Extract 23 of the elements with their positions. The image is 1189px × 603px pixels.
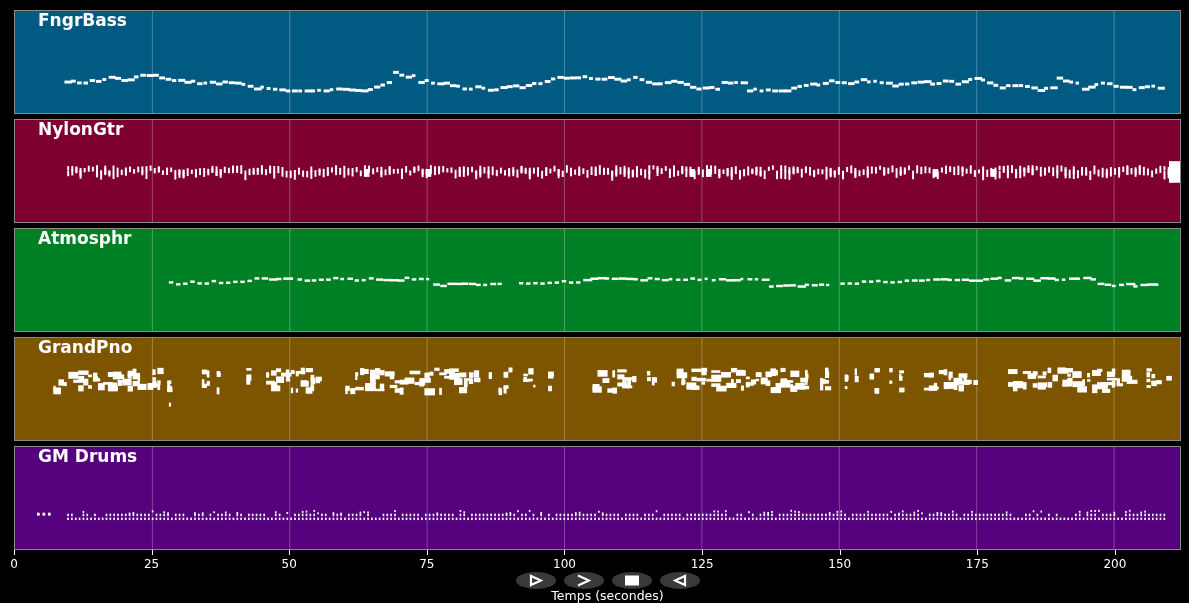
track-name: GM Drums xyxy=(38,445,138,467)
stop-button[interactable] xyxy=(611,572,652,589)
tick-label: 200 xyxy=(1103,557,1127,571)
play-button[interactable] xyxy=(515,572,556,589)
tick-label: 150 xyxy=(828,557,852,571)
tick-label: 0 xyxy=(10,557,18,571)
axis-label: Temps (secondes) xyxy=(551,588,664,603)
rewind-button[interactable] xyxy=(659,572,700,589)
track-name: FngrBass xyxy=(38,9,127,31)
track-name: GrandPno xyxy=(38,336,133,358)
square-icon xyxy=(624,574,639,587)
triangle-icon xyxy=(672,574,687,587)
track-name: Atmosphr xyxy=(38,227,132,249)
tick-label: 75 xyxy=(419,557,435,571)
tick-label: 50 xyxy=(281,557,297,571)
tick-label: 125 xyxy=(690,557,714,571)
track-name: NylonGtr xyxy=(38,118,124,140)
tick-label: 25 xyxy=(143,557,160,571)
tick-label: 100 xyxy=(553,557,576,571)
triangle-icon xyxy=(528,574,543,587)
tick-label: 175 xyxy=(965,557,989,571)
chevron-icon xyxy=(576,574,591,587)
forward-button[interactable] xyxy=(563,572,604,589)
